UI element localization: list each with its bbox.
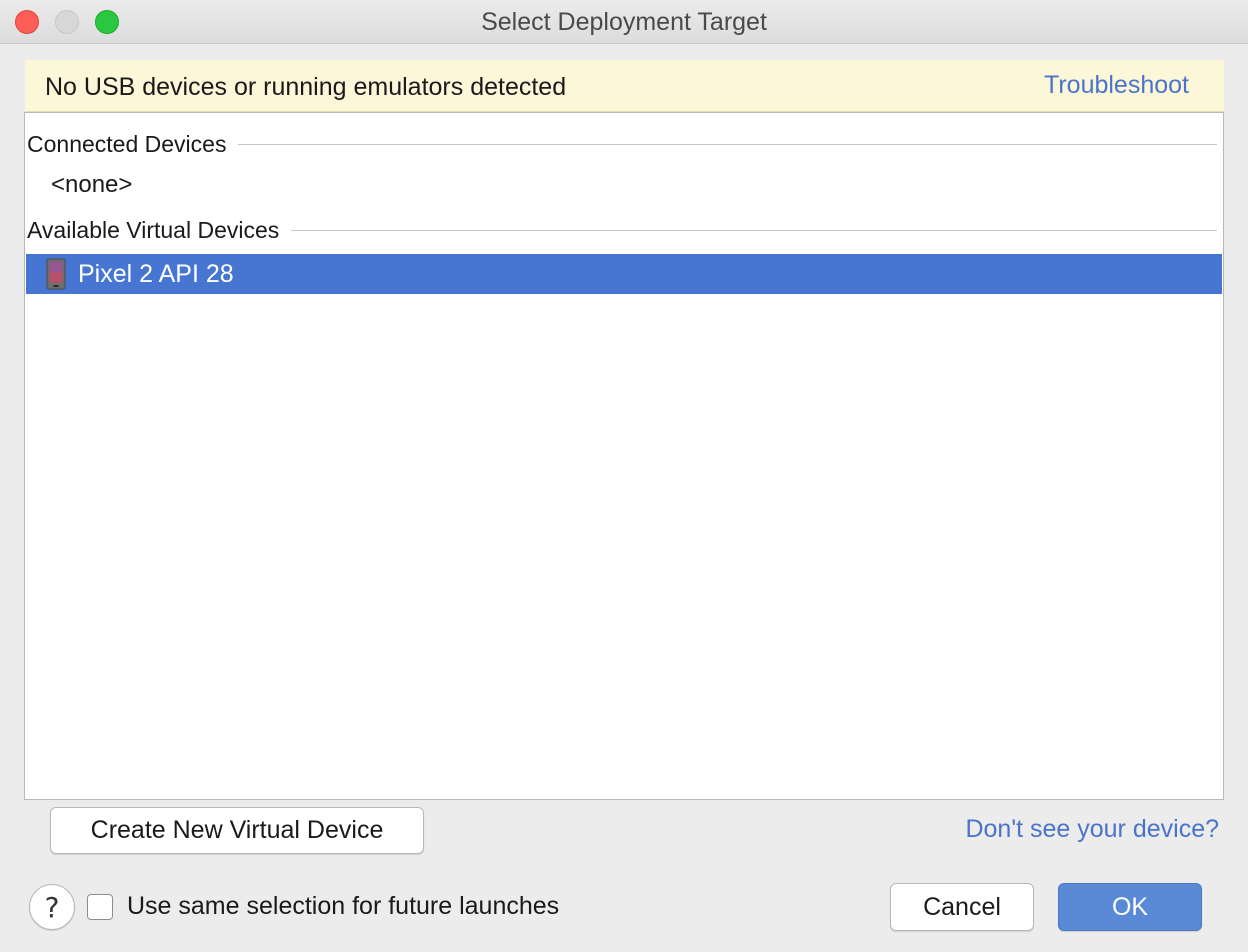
section-divider [238, 143, 1217, 145]
same-selection-checkbox[interactable] [87, 894, 113, 920]
title-bar: Select Deployment Target [0, 0, 1248, 44]
device-list[interactable]: Connected Devices <none> Available Virtu… [24, 112, 1224, 800]
device-name: Pixel 2 API 28 [78, 259, 234, 288]
available-devices-label: Available Virtual Devices [27, 216, 280, 243]
dont-see-device-link[interactable]: Don't see your device? [965, 815, 1219, 844]
connected-devices-header: Connected Devices [27, 129, 1217, 159]
deployment-target-dialog: Select Deployment Target No USB devices … [0, 0, 1248, 952]
device-row-pixel-2-api-28[interactable]: Pixel 2 API 28 [26, 254, 1222, 294]
cancel-button[interactable]: Cancel [890, 883, 1034, 931]
warning-banner: No USB devices or running emulators dete… [25, 60, 1224, 112]
section-divider [291, 229, 1217, 231]
available-devices-header: Available Virtual Devices [27, 215, 1217, 245]
phone-icon [46, 258, 66, 290]
ok-button[interactable]: OK [1058, 883, 1202, 931]
same-selection-label[interactable]: Use same selection for future launches [127, 892, 559, 921]
help-button[interactable]: ? [29, 884, 75, 930]
window-title: Select Deployment Target [481, 8, 767, 36]
no-connected-devices-label: <none> [51, 171, 133, 198]
connected-devices-label: Connected Devices [27, 130, 227, 157]
troubleshoot-link[interactable]: Troubleshoot [1044, 71, 1189, 100]
banner-message: No USB devices or running emulators dete… [45, 73, 567, 101]
question-mark-icon: ? [44, 890, 60, 924]
create-virtual-device-button[interactable]: Create New Virtual Device [50, 807, 424, 854]
